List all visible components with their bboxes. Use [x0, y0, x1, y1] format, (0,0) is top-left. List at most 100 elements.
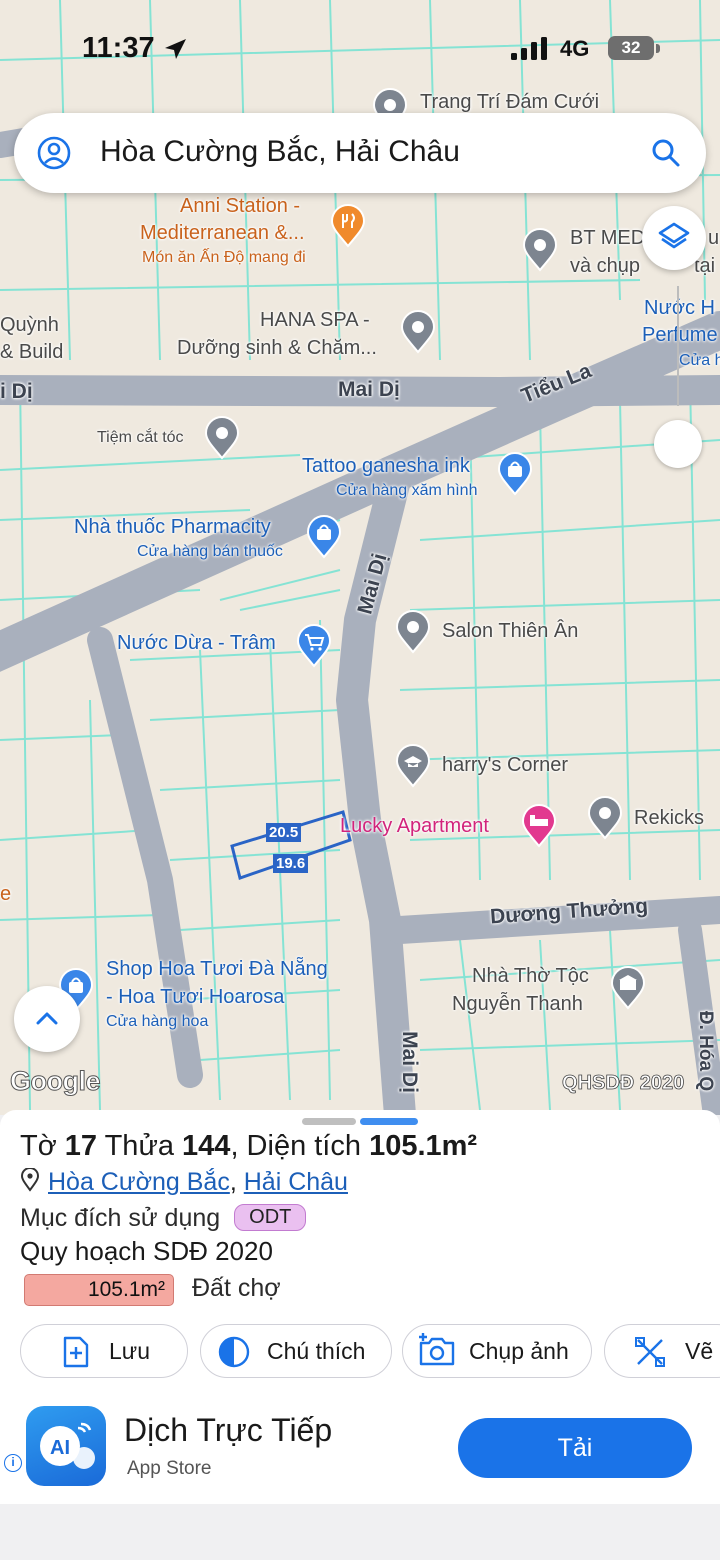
poi-label-rekicks[interactable]: Rekicks — [634, 806, 704, 830]
poi-label-nha-tho-1[interactable]: Nhà Thờ Tộc — [472, 964, 589, 988]
poi-label-bt-med-1[interactable]: BT MED — [570, 226, 645, 250]
parcel-info-sheet[interactable]: Tờ 17 Thửa 144, Diện tích 105.1m² Hòa Cư… — [0, 1110, 720, 1400]
poi-label-lucky[interactable]: Lucky Apartment — [340, 814, 489, 838]
parcel-title-mid: Thửa — [97, 1130, 183, 1162]
draw-tools-icon — [635, 1337, 665, 1367]
legend-button[interactable]: Chú thích — [200, 1324, 392, 1378]
draw-button[interactable]: Vẽ — [604, 1324, 720, 1378]
landmark-icon-nha-tho[interactable] — [610, 966, 646, 1010]
save-label: Lưu — [109, 1338, 150, 1364]
search-input[interactable]: Hòa Cường Bắc, Hải Châu — [100, 135, 460, 169]
opacity-slider-thumb[interactable] — [654, 420, 702, 468]
parcel-area-label: , Diện tích — [230, 1130, 370, 1162]
opacity-slider-track[interactable] — [677, 286, 679, 406]
google-logo: Google — [10, 1066, 102, 1097]
ad-banner[interactable]: i AI Dịch Trực Tiếp App Store Tải — [0, 1400, 720, 1504]
poi-label-anni-2[interactable]: Mediterranean &... — [140, 221, 305, 245]
contrast-icon — [218, 1336, 250, 1368]
poi-label-harrys[interactable]: harry's Corner — [442, 753, 568, 777]
shopping-icon-tattoo[interactable] — [497, 452, 533, 496]
location-pin-icon — [20, 1167, 40, 1192]
poi-label-shop-hoa-2[interactable]: - Hoa Tươi Hoarosa — [106, 985, 284, 1009]
poi-label-hana-1[interactable]: HANA SPA - — [260, 308, 370, 332]
poi-label-nuoc-hoa-1[interactable]: Nước H — [644, 296, 715, 320]
ad-download-button[interactable]: Tải — [458, 1418, 692, 1478]
layers-button[interactable] — [642, 206, 706, 270]
poi-label-anni-1[interactable]: Anni Station - — [180, 194, 300, 218]
hotel-icon-lucky-apartment[interactable] — [521, 804, 557, 848]
layers-icon — [658, 222, 690, 249]
dimension-label-top: 20.5 — [266, 823, 302, 842]
poi-label-quynh-2[interactable]: & Build — [0, 340, 63, 364]
poi-label-bt-med-2[interactable]: và chụp — [570, 254, 640, 278]
legend-label: Chú thích — [267, 1338, 366, 1364]
location-arrow-icon — [165, 39, 186, 59]
app-icon-label: AI — [50, 1437, 70, 1459]
capture-label: Chụp ảnh — [469, 1338, 569, 1364]
plan-land-type: Đất chợ — [192, 1274, 281, 1302]
poi-label-pharmacity[interactable]: Nhà thuốc Pharmacity — [74, 515, 271, 539]
parcel-title: Tờ 17 Thửa 144, Diện tích 105.1m² — [20, 1130, 477, 1163]
pin-icon-tiem-cat-toc[interactable] — [204, 416, 240, 460]
district-link[interactable]: Hải Châu — [244, 1168, 348, 1196]
pin-icon-hana-spa[interactable] — [400, 310, 436, 354]
road-label-mai-di: Mai Dị — [338, 378, 400, 401]
add-photo-icon — [419, 1333, 455, 1366]
poi-label-nuoc-hoa-2[interactable]: Perfume — [642, 323, 718, 347]
search-icon[interactable] — [650, 137, 682, 169]
road-label-d-hoa: Đ. Hóa Q — [695, 1010, 717, 1092]
save-button[interactable]: Lưu — [20, 1324, 188, 1378]
poi-sub-anni: Món ăn Ấn Độ mang đi — [142, 249, 306, 266]
sheet-handle-inactive[interactable] — [302, 1118, 356, 1125]
battery-tip — [656, 44, 660, 53]
map-layer-badge: QHSDĐ 2020 — [562, 1072, 685, 1095]
poi-label-hana-2[interactable]: Dưỡng sinh & Chăm... — [177, 336, 377, 360]
pin-icon-rekicks[interactable] — [587, 796, 623, 840]
parcel-plot-number: 144 — [182, 1130, 231, 1162]
poi-sub-tattoo: Cửa hàng xăm hình — [336, 482, 478, 499]
poi-sub-shop-hoa: Cửa hàng hoa — [106, 1013, 209, 1030]
expand-panel-button[interactable] — [14, 986, 80, 1052]
purpose-label: Mục đích sử dụng — [20, 1204, 221, 1232]
status-time: 11:37 — [82, 32, 155, 64]
search-bar[interactable]: Hòa Cường Bắc, Hải Châu — [14, 113, 706, 193]
capture-button[interactable]: Chụp ảnh — [402, 1324, 592, 1378]
parcel-sheet-number: 17 — [64, 1130, 98, 1162]
add-file-icon — [63, 1336, 89, 1368]
app-icon[interactable]: AI — [26, 1406, 106, 1486]
pin-icon-harrys-corner[interactable] — [395, 744, 431, 788]
poi-label-tiem-cat-toc[interactable]: Tiệm cắt tóc — [97, 428, 184, 447]
poi-sub-nuoc-hoa: Cửa h — [679, 352, 720, 369]
purpose-badge: ODT — [234, 1204, 307, 1231]
cart-icon-nuoc-dua[interactable] — [296, 624, 332, 668]
ad-title[interactable]: Dịch Trực Tiếp — [124, 1412, 332, 1449]
ad-info-icon[interactable]: i — [4, 1454, 22, 1472]
pin-icon-salon[interactable] — [395, 610, 431, 654]
road-label-mai-di-left: i Dị — [0, 380, 33, 403]
status-bar: 11:37 4G 32 — [0, 0, 720, 100]
pin-icon-bt-med[interactable] — [522, 228, 558, 272]
ad-subtitle: App Store — [127, 1458, 212, 1479]
parcel-location: Hòa Cường Bắc, Hải Châu — [20, 1167, 348, 1197]
dimension-label-bottom: 19.6 — [273, 854, 309, 873]
sheet-handle-active[interactable] — [360, 1118, 418, 1125]
shopping-icon-pharmacity[interactable] — [306, 515, 342, 559]
poi-label-edge[interactable]: e — [0, 882, 11, 906]
user-icon[interactable] — [36, 135, 72, 171]
poi-label-nha-tho-2[interactable]: Nguyễn Thanh — [452, 992, 583, 1016]
parcel-title-prefix: Tờ — [20, 1130, 65, 1162]
poi-label-quynh-1[interactable]: Quỳnh — [0, 313, 59, 337]
plan-label: Quy hoạch SDĐ 2020 — [20, 1236, 273, 1266]
poi-label-tattoo[interactable]: Tattoo ganesha ink — [302, 454, 470, 478]
poi-label-nuoc-dua[interactable]: Nước Dừa - Trâm — [117, 631, 276, 655]
signal-icon — [511, 37, 547, 60]
ward-link[interactable]: Hòa Cường Bắc — [48, 1168, 230, 1196]
poi-label-shop-hoa-1[interactable]: Shop Hoa Tươi Đà Nẵng — [106, 957, 328, 981]
plan-area-bar: 105.1m² — [24, 1274, 174, 1306]
draw-label: Vẽ — [685, 1338, 714, 1364]
poi-label-bt-med-1b[interactable]: u — [708, 226, 719, 250]
purpose-row: Mục đích sử dụng ODT — [20, 1204, 307, 1233]
parcel-area-value: 105.1m² — [369, 1130, 478, 1162]
restaurant-icon-anni[interactable] — [330, 204, 366, 248]
poi-label-salon[interactable]: Salon Thiên Ân — [442, 619, 578, 643]
